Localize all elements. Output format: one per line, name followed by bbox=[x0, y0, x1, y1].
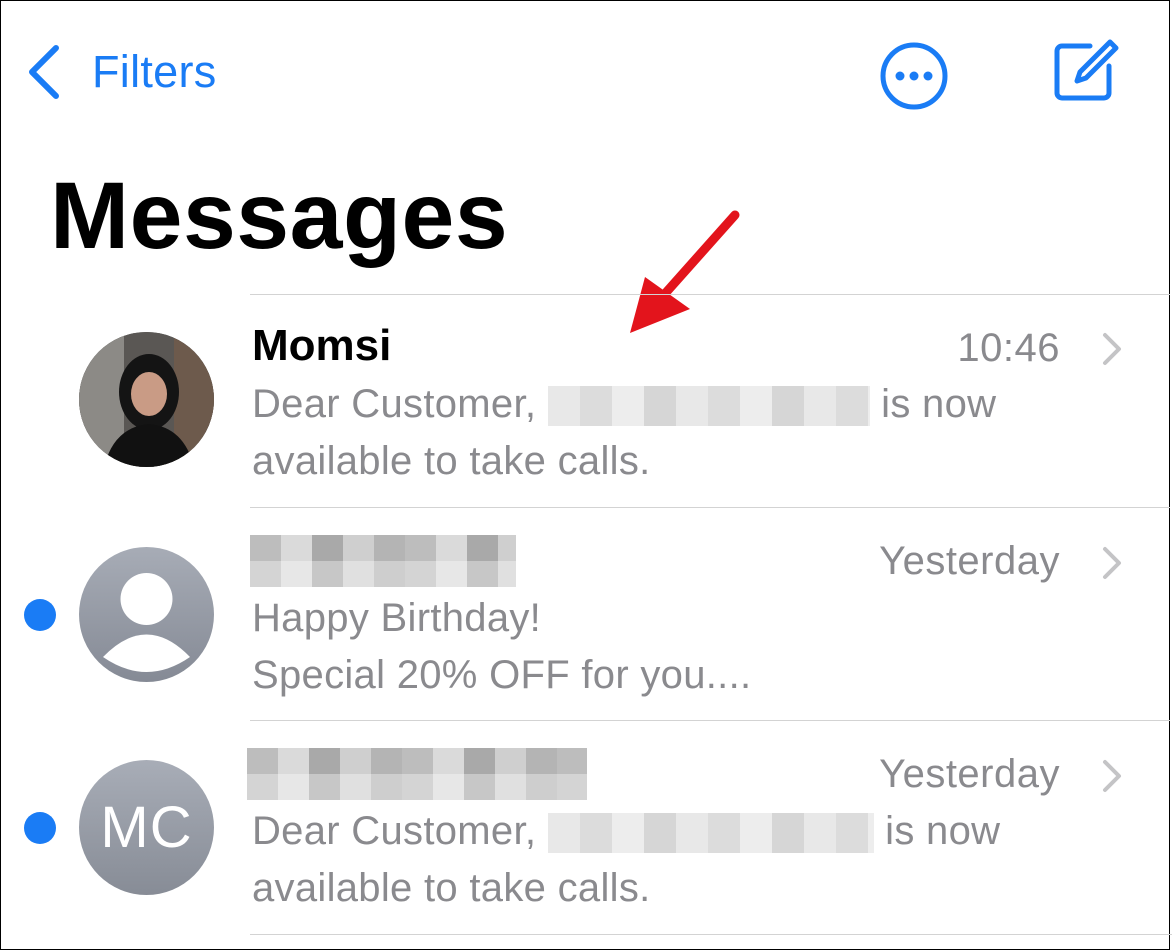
unread-indicator bbox=[24, 812, 56, 844]
more-options-button[interactable] bbox=[879, 41, 949, 111]
back-button-label: Filters bbox=[92, 46, 217, 97]
preview-text-line2: available to take calls. bbox=[252, 866, 651, 910]
preview-text-end: is now bbox=[885, 809, 1001, 853]
redacted-contact-name bbox=[250, 535, 516, 587]
preview-text-end: is now bbox=[881, 382, 997, 426]
message-time: Yesterday bbox=[879, 539, 1060, 583]
back-button[interactable]: Filters bbox=[24, 40, 217, 104]
preview-text-start: Dear Customer, bbox=[252, 382, 537, 426]
compose-button[interactable] bbox=[1050, 36, 1126, 106]
row-separator bbox=[250, 294, 1170, 295]
message-preview: Dear Customer, is now available to take … bbox=[252, 803, 1000, 917]
row-separator bbox=[250, 934, 1172, 935]
message-time: 10:46 bbox=[957, 326, 1060, 370]
preview-text-line2: available to take calls. bbox=[252, 439, 651, 483]
message-time: Yesterday bbox=[879, 752, 1060, 796]
contact-photo bbox=[79, 332, 214, 467]
person-silhouette-icon bbox=[103, 573, 190, 672]
preview-text-line2: Special 20% OFF for you.... bbox=[252, 653, 752, 697]
avatar bbox=[79, 332, 214, 467]
compose-icon bbox=[1054, 39, 1119, 101]
chevron-right-icon bbox=[1103, 760, 1121, 792]
conversation-row[interactable]: Yesterday Happy Birthday! Special 20% OF… bbox=[0, 507, 1170, 721]
conversation-row[interactable]: MC Yesterday Dear Customer, is now avail… bbox=[0, 720, 1170, 934]
unread-indicator bbox=[24, 599, 56, 631]
row-separator bbox=[250, 507, 1170, 508]
chevron-left-icon bbox=[29, 45, 59, 99]
preview-text-line1: Happy Birthday! bbox=[252, 596, 542, 640]
preview-text-start: Dear Customer, bbox=[252, 809, 537, 853]
page-title: Messages bbox=[50, 163, 509, 269]
row-separator bbox=[250, 720, 1170, 721]
contact-name: Momsi bbox=[252, 321, 392, 370]
redacted-contact-name bbox=[247, 748, 587, 800]
ellipsis-circle-icon bbox=[880, 42, 948, 110]
redacted-text bbox=[547, 813, 874, 854]
avatar-initials: MC bbox=[79, 760, 214, 895]
message-preview: Dear Customer, is now available to take … bbox=[252, 376, 996, 490]
redacted-text bbox=[547, 386, 870, 427]
message-preview: Happy Birthday! Special 20% OFF for you.… bbox=[252, 590, 751, 704]
chevron-right-icon bbox=[1103, 333, 1121, 365]
avatar bbox=[79, 547, 214, 682]
chevron-right-icon bbox=[1103, 547, 1121, 579]
conversation-row[interactable]: Momsi 10:46 Dear Customer, is now availa… bbox=[0, 294, 1170, 508]
